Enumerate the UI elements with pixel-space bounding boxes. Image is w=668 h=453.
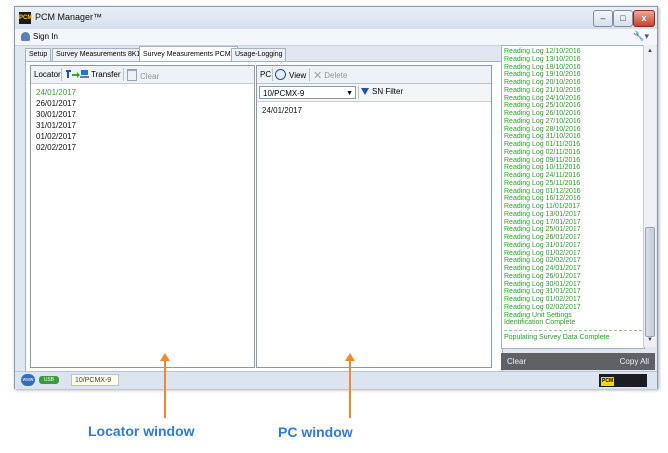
status-bar: www USB 10/PCMX-9 PCM Manager xyxy=(15,371,657,398)
log-pane: Reading Log 12/10/2016 Reading Log 13/10/… xyxy=(501,45,645,349)
toolbar-separator xyxy=(123,68,124,81)
connected-device: 10/PCMX-9 xyxy=(71,374,119,386)
locator-arrow-shaft xyxy=(164,360,166,418)
brand-text: Manager xyxy=(599,389,631,398)
wrench-icon[interactable]: 🔧▾ xyxy=(633,31,649,42)
usb-icon: USB xyxy=(39,376,59,384)
delete-x-icon: ✕ xyxy=(313,70,323,82)
survey-pcmx-pane: Locator Transfer Clear 24/01/2017 26/01/… xyxy=(25,61,503,372)
transfer-label: Transfer xyxy=(91,70,121,79)
sn-filter-label: SN Filter xyxy=(372,87,404,96)
list-item[interactable]: 01/02/2017 xyxy=(36,132,76,141)
pc-panel: PC View ✕ Delete 10/PCMX-9 ▼ SN Filter 24… xyxy=(256,65,492,368)
scroll-down-icon[interactable]: ▼ xyxy=(645,335,655,345)
log-line: Identification Complete xyxy=(504,319,576,327)
toolbar-separator xyxy=(61,68,62,81)
window-title: PCM Manager™ xyxy=(35,12,103,22)
locator-toolbar: Locator Transfer Clear xyxy=(31,66,254,84)
trash-icon xyxy=(127,69,137,81)
delete-label: Delete xyxy=(324,71,348,80)
log-separator xyxy=(504,330,642,331)
log-final-line: Populating Survey Data Complete xyxy=(504,334,610,341)
toolbar-separator xyxy=(309,68,310,81)
toolbar-separator xyxy=(272,68,273,81)
clear-button[interactable]: Clear xyxy=(127,69,159,81)
minimize-button[interactable]: – xyxy=(593,10,613,27)
list-item[interactable]: 02/02/2017 xyxy=(36,143,76,152)
locator-list: 24/01/2017 26/01/2017 30/01/2017 31/01/2… xyxy=(31,83,254,367)
tab-usage-logging[interactable]: Usage-Logging xyxy=(231,48,287,61)
scroll-thumb[interactable] xyxy=(645,227,655,337)
pcm-manager-logo: PCM Manager xyxy=(599,374,647,398)
magnifier-icon xyxy=(275,69,286,80)
list-item[interactable]: 26/01/2017 xyxy=(36,99,76,108)
transfer-icon xyxy=(66,70,89,78)
view-label: View xyxy=(289,71,307,80)
delete-button[interactable]: ✕ Delete xyxy=(313,69,347,82)
list-item[interactable]: 31/01/2017 xyxy=(36,121,76,130)
locator-window-caption: Locator window xyxy=(88,423,195,439)
pc-window-caption: PC window xyxy=(278,424,353,440)
title-bar: PCM PCM Manager™ – □ x xyxy=(15,7,657,29)
tab-survey-pcmx[interactable]: Survey Measurements PCMx xyxy=(139,46,239,62)
sign-in-label: Sign In xyxy=(33,32,58,41)
scroll-up-icon[interactable]: ▲ xyxy=(645,46,655,56)
locator-panel: Locator Transfer Clear 24/01/2017 26/01/… xyxy=(30,65,255,368)
menu-bar: Sign In 🔧▾ xyxy=(15,29,657,46)
close-button[interactable]: x xyxy=(633,10,655,27)
list-item[interactable]: 30/01/2017 xyxy=(36,110,76,119)
globe-icon: www xyxy=(21,374,35,386)
device-select-value: 10/PCMX-9 xyxy=(263,89,305,98)
log-clear-button[interactable]: Clear xyxy=(507,357,526,366)
device-select[interactable]: 10/PCMX-9 ▼ xyxy=(259,86,356,99)
toolbar-separator xyxy=(358,86,359,99)
pc-toolbar: PC View ✕ Delete xyxy=(257,66,491,84)
tab-survey-8k1[interactable]: Survey Measurements 8K1 xyxy=(52,48,145,61)
list-item[interactable]: 24/01/2017 xyxy=(36,88,76,97)
sn-filter-button[interactable]: SN Filter xyxy=(361,87,403,96)
sign-in-menu[interactable]: Sign In xyxy=(21,32,58,41)
list-item[interactable]: 24/01/2017 xyxy=(262,106,302,115)
log-action-bar: Clear Copy All xyxy=(501,353,655,370)
transfer-button[interactable]: Transfer xyxy=(65,69,121,79)
view-button[interactable]: View xyxy=(275,69,306,80)
pc-label: PC xyxy=(260,70,272,79)
clear-label: Clear xyxy=(140,72,160,81)
log-scrollbar[interactable]: ▲ ▼ xyxy=(643,45,656,347)
chevron-down-icon: ▼ xyxy=(346,90,353,97)
locator-label: Locator xyxy=(34,70,61,79)
pc-list: 24/01/2017 xyxy=(257,101,491,367)
tab-setup[interactable]: Setup xyxy=(25,48,52,61)
app-window: PCM PCM Manager™ – □ x Sign In 🔧▾ Setup … xyxy=(14,6,658,398)
pcm-app-icon: PCM xyxy=(19,12,32,24)
user-icon xyxy=(21,32,30,41)
pc-arrow-shaft xyxy=(349,360,351,418)
copy-all-button[interactable]: Copy All xyxy=(620,357,649,366)
maximize-button[interactable]: □ xyxy=(613,10,633,27)
funnel-icon xyxy=(361,88,369,95)
brand-badge: PCM xyxy=(601,377,615,386)
